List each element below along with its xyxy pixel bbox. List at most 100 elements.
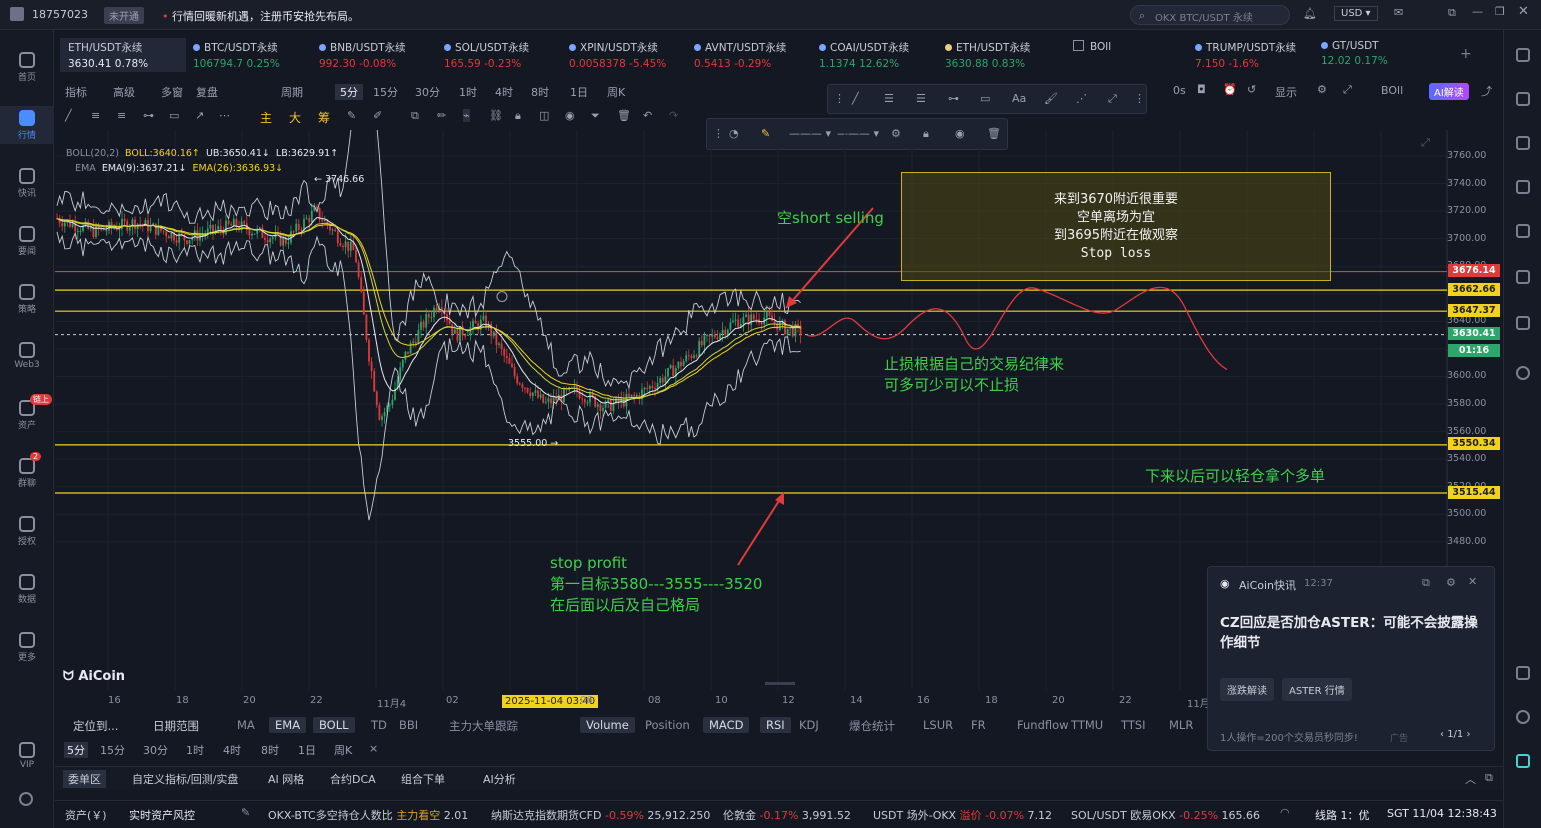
main-indicator[interactable]: 主力大单跟踪	[443, 717, 524, 735]
line-status[interactable]: 线路 1：优	[1315, 807, 1370, 823]
period-button[interactable]: 5分	[64, 742, 88, 758]
undo-icon[interactable]: ↶	[643, 109, 652, 122]
magnet-icon[interactable]: ⌁	[463, 109, 470, 122]
close-icon[interactable]: ✕	[1468, 575, 1477, 588]
calc-icon[interactable]	[1516, 136, 1530, 150]
copy-icon[interactable]: ⧉	[411, 109, 419, 123]
draw-icon[interactable]: ✎	[347, 109, 356, 122]
link-icon[interactable]: ⛓	[489, 109, 503, 122]
toolbar-item[interactable]: 30分	[415, 84, 440, 100]
ticker-tab[interactable]: ETH/USDT永续 3630.88 0.83%	[937, 38, 1038, 72]
ticker-tab[interactable]: COAI/USDT永续 1.1374 12.62%	[811, 38, 917, 72]
share-view-icon[interactable]: ↺	[1247, 83, 1256, 96]
locate-button[interactable]: 定位到...	[67, 717, 124, 735]
period-button[interactable]: 15分	[100, 742, 125, 758]
news-popup[interactable]: ◉ AiCoin快讯 12:37 ⧉ ⚙ ✕ CZ回应是否加仓ASTER：可能不…	[1207, 566, 1495, 751]
text-icon[interactable]: Aa	[1012, 92, 1026, 105]
assets-label[interactable]: 资产(￥)	[65, 807, 107, 823]
sub-indicator[interactable]: Position	[639, 717, 696, 733]
ticker-tab[interactable]: TRUMP/USDT永续 7.150 -1.6%	[1187, 38, 1304, 72]
price-label[interactable]: 3630.41	[1448, 327, 1500, 340]
toolbar-item[interactable]: 周期	[281, 84, 303, 100]
status-item[interactable]: SOL/USDT 欧易OKX -0.25% 165.66	[1071, 807, 1260, 823]
checkbox-icon[interactable]	[1073, 40, 1084, 51]
news-tag[interactable]: ASTER 行情	[1282, 678, 1352, 701]
status-item[interactable]: USDT 场外-OKX 溢价 -0.07% 7.12	[873, 807, 1052, 823]
nav-data[interactable]: 数据	[0, 570, 54, 612]
avatar[interactable]	[10, 7, 24, 21]
refresh-icon[interactable]	[1516, 366, 1530, 380]
trend-line-icon[interactable]: ╱	[852, 92, 859, 105]
period-button[interactable]: ×	[369, 742, 378, 755]
price-label[interactable]: 01:16	[1448, 344, 1500, 357]
nav-wallet[interactable]: 资产 链上	[0, 394, 54, 438]
status-item[interactable]: 纳斯达克指数期货CFD -0.59% 25,912.250	[491, 807, 710, 823]
main-indicator[interactable]: TD	[365, 717, 393, 733]
toolbar-item[interactable]: 8时	[531, 84, 549, 100]
sub-indicator[interactable]: KDJ	[793, 717, 825, 733]
parallel-icon[interactable]: ☰	[916, 92, 926, 105]
lock-icon[interactable]: 🔒︎	[515, 109, 521, 123]
main-force-button[interactable]: 主	[260, 109, 272, 126]
ticker-tab[interactable]: XPIN/USDT永续 0.0058378 -5.45%	[561, 38, 674, 72]
nav-document[interactable]: 要闻	[0, 222, 54, 264]
gear-icon[interactable]: ⚙	[1317, 83, 1327, 96]
edit-icon[interactable]: ✎	[241, 806, 250, 819]
signal-icon[interactable]	[1516, 180, 1530, 194]
news-footer[interactable]: 1人操作=200个交易员秒同步!	[1220, 729, 1358, 744]
status-item[interactable]: 伦敦金 -0.17% 3,991.52	[723, 807, 851, 823]
period-button[interactable]: 8时	[261, 742, 279, 758]
display-button[interactable]: 显示	[1275, 84, 1297, 100]
toolbar-item[interactable]: 5分	[335, 84, 363, 100]
price-label[interactable]: 3647.37	[1448, 304, 1500, 317]
ticker-tab[interactable]: GT/USDT 12.02 0.17%	[1313, 38, 1396, 72]
bot-icon[interactable]	[1516, 316, 1530, 330]
search-input[interactable]: OKX BTC/USDT 永续	[1155, 9, 1253, 24]
popout-icon[interactable]: ⧉	[1485, 771, 1493, 785]
ray-icon[interactable]: ⊶	[948, 92, 959, 105]
ticker-tab[interactable]: ETH/USDT永续 3630.41 0.78%	[60, 38, 186, 72]
toolbar-item[interactable]: 周K	[607, 84, 625, 100]
news-pager[interactable]: ‹ 1/1 ›	[1440, 729, 1470, 740]
bell-icon[interactable]: 🔔︎	[1303, 7, 1317, 20]
mail-icon[interactable]: ✉	[1394, 6, 1403, 19]
period-button[interactable]: 1日	[298, 742, 316, 758]
big-order-button[interactable]: 大	[289, 109, 301, 126]
toolbar-item[interactable]: 15分	[373, 84, 398, 100]
nav-web3[interactable]: Web3	[0, 338, 54, 380]
sub-indicator[interactable]: 爆仓统计	[843, 717, 901, 735]
pencil-icon[interactable]: ✏	[437, 109, 446, 122]
eye-icon[interactable]: ◉	[565, 109, 575, 122]
share-icon[interactable]: ⤴	[1481, 83, 1492, 99]
redo-icon[interactable]: ↷	[669, 109, 678, 122]
lines-icon[interactable]: ☰	[884, 92, 894, 105]
sub-indicator[interactable]: TTSI	[1115, 717, 1152, 733]
sub-indicator[interactable]: LSUR	[917, 717, 959, 733]
sub-indicator[interactable]: RSI	[760, 717, 791, 733]
settings-icon[interactable]	[19, 792, 33, 806]
open-external-icon[interactable]: ⧉	[1422, 576, 1430, 590]
line-tool-icon[interactable]: ╱	[65, 109, 72, 122]
toolbar-item[interactable]: 4时	[495, 84, 513, 100]
camera-icon[interactable]: ◘	[1197, 83, 1206, 96]
ai-interpret-button[interactable]: AI解读	[1429, 83, 1469, 100]
toolbar-item[interactable]: 指标	[65, 84, 87, 100]
arrow-tool-icon[interactable]: ↗	[195, 109, 204, 122]
boll-select[interactable]: BOll	[1381, 84, 1403, 97]
sub-indicator[interactable]: FR	[965, 717, 992, 733]
period-button[interactable]: 1时	[186, 742, 204, 758]
maximize-icon[interactable]: ❐	[1495, 5, 1505, 18]
period-button[interactable]: 周K	[334, 742, 352, 758]
bottom-tab[interactable]: AI分析	[478, 770, 521, 788]
main-indicator[interactable]: MA	[231, 717, 261, 733]
fib-icon[interactable]: ⋰	[1076, 92, 1087, 105]
depth-icon[interactable]	[1516, 224, 1530, 238]
window-pin-icon[interactable]: ⧉	[1448, 6, 1456, 20]
notice-text[interactable]: • 行情回暖新机遇，注册币安抢先布局。	[162, 8, 359, 24]
bottom-tab[interactable]: 自定义指标/回测/实盘	[127, 770, 243, 788]
period-button[interactable]: 4时	[223, 742, 241, 758]
trash-icon[interactable]: 🗑︎	[617, 109, 631, 122]
chip-button[interactable]: 筹	[318, 109, 330, 126]
layout-icon[interactable]	[1516, 48, 1530, 62]
status-badge[interactable]: 未开通	[104, 7, 144, 24]
